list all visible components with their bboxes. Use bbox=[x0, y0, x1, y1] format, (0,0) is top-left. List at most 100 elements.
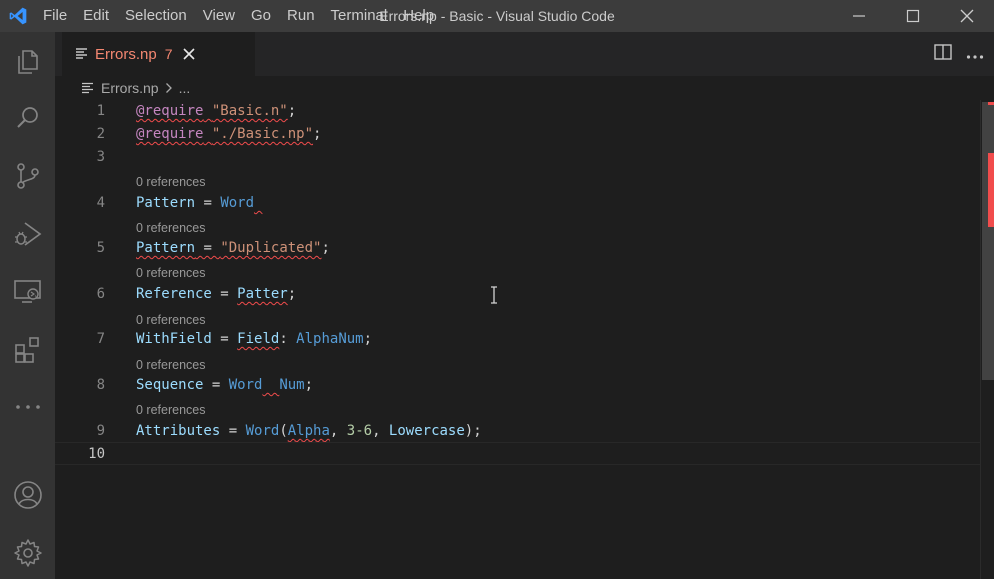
code-editor[interactable]: 1 @require "Basic.n"; 2 @require "./Basic.n… bbox=[55, 100, 994, 579]
code-lens-references[interactable]: 0 references bbox=[136, 174, 205, 190]
code-token: , bbox=[329, 423, 347, 439]
file-lines-icon bbox=[76, 48, 87, 59]
code-token: ; bbox=[363, 331, 373, 347]
code-lens-references[interactable]: 0 references bbox=[136, 312, 205, 328]
code-token: , bbox=[372, 423, 389, 439]
code-line[interactable]: 4 Pattern = Word bbox=[55, 192, 980, 215]
run-debug-icon bbox=[14, 222, 41, 246]
menu-go[interactable]: Go bbox=[243, 0, 279, 32]
activity-source-control[interactable] bbox=[0, 151, 55, 201]
code-token: Reference bbox=[136, 286, 212, 302]
code-text: @require "Basic.n"; bbox=[136, 100, 296, 123]
activity-accounts[interactable] bbox=[0, 470, 55, 520]
activity-explorer[interactable] bbox=[0, 37, 55, 87]
accounts-icon bbox=[13, 481, 42, 509]
title-bar: File Edit Selection View Go Run Terminal… bbox=[0, 0, 994, 32]
breadcrumb-file[interactable]: Errors.np bbox=[101, 80, 159, 96]
split-editor-button[interactable] bbox=[934, 44, 952, 64]
window-controls bbox=[832, 0, 994, 32]
code-token: Pattern bbox=[136, 240, 196, 256]
code-text: WithField = Field: AlphaNum; bbox=[136, 328, 372, 351]
code-token: = bbox=[211, 286, 238, 302]
tab-problem-count: 7 bbox=[164, 46, 173, 62]
activity-more[interactable] bbox=[0, 382, 55, 432]
code-token: Patter bbox=[237, 286, 288, 302]
code-token: Word bbox=[220, 195, 255, 211]
tab-close-button[interactable] bbox=[181, 46, 197, 62]
code-token: "./Basic.np" bbox=[211, 126, 314, 142]
code-line[interactable]: 2 @require "./Basic.np"; bbox=[55, 123, 980, 146]
line-number: 10 bbox=[88, 446, 105, 462]
code-lens-references[interactable]: 0 references bbox=[136, 402, 205, 418]
menu-view[interactable]: View bbox=[195, 0, 243, 32]
line-number: 8 bbox=[96, 377, 105, 393]
minimize-button[interactable] bbox=[832, 0, 886, 32]
tab-label: Errors.np bbox=[95, 45, 157, 63]
menu-selection[interactable]: Selection bbox=[117, 0, 195, 32]
code-token: ); bbox=[464, 423, 482, 439]
code-line[interactable]: 6 Reference = Patter; bbox=[55, 283, 980, 306]
activity-bar bbox=[0, 32, 55, 579]
overview-ruler-error-marker bbox=[988, 153, 994, 227]
menu-file[interactable]: File bbox=[35, 0, 75, 32]
line-number: 6 bbox=[96, 286, 105, 302]
line-number: 5 bbox=[96, 240, 105, 256]
menu-bar: File Edit Selection View Go Run Terminal… bbox=[35, 0, 442, 32]
menu-help[interactable]: Help bbox=[395, 0, 442, 32]
code-line[interactable]: 9 Attributes = Word(Alpha, 3-6, Lowercase… bbox=[55, 420, 980, 443]
activity-search[interactable] bbox=[0, 93, 55, 143]
activity-remote-explorer[interactable] bbox=[0, 267, 55, 317]
code-line[interactable]: 1 @require "Basic.n"; bbox=[55, 100, 980, 123]
code-line[interactable]: 3 bbox=[55, 146, 980, 169]
close-icon bbox=[183, 48, 196, 60]
activity-extensions[interactable] bbox=[0, 325, 55, 375]
maximize-button[interactable] bbox=[886, 0, 940, 32]
settings-gear-icon bbox=[13, 539, 42, 567]
code-token: Lowercase bbox=[388, 423, 465, 439]
explorer-icon bbox=[17, 50, 38, 74]
code-lens-references[interactable]: 0 references bbox=[136, 357, 205, 373]
vscode-logo-icon bbox=[0, 0, 35, 32]
code-text: Pattern = "Duplicated"; bbox=[136, 237, 330, 260]
breadcrumb-symbols[interactable]: ... bbox=[179, 80, 191, 96]
tab-errors-np[interactable]: Errors.np 7 bbox=[62, 32, 255, 76]
file-lines-icon bbox=[82, 82, 93, 94]
menu-edit[interactable]: Edit bbox=[75, 0, 117, 32]
menu-terminal[interactable]: Terminal bbox=[323, 0, 396, 32]
activity-run-debug[interactable] bbox=[0, 209, 55, 259]
code-line[interactable]: 8 Sequence = Word Num; bbox=[55, 374, 980, 397]
extensions-icon bbox=[14, 337, 39, 363]
code-token: = bbox=[211, 331, 238, 347]
close-window-button[interactable] bbox=[940, 0, 994, 32]
line-number: 7 bbox=[96, 331, 105, 347]
code-token: = bbox=[195, 195, 221, 211]
vertical-scrollbar[interactable] bbox=[980, 100, 994, 579]
code-lens-references[interactable]: 0 references bbox=[136, 220, 205, 236]
source-control-icon bbox=[16, 163, 39, 189]
activity-manage[interactable] bbox=[0, 528, 55, 578]
code-line[interactable]: 7 WithField = Field: AlphaNum; bbox=[55, 328, 980, 351]
code-text: Reference = Patter; bbox=[136, 283, 296, 306]
code-token: ; bbox=[321, 240, 330, 256]
code-lens-references[interactable]: 0 references bbox=[136, 265, 205, 281]
code-text: @require "./Basic.np"; bbox=[136, 123, 321, 146]
maximize-icon bbox=[906, 9, 920, 23]
overview-ruler-error-marker bbox=[988, 102, 994, 105]
code-token: ( bbox=[279, 423, 288, 439]
code-token: Pattern bbox=[136, 195, 196, 211]
code-token: Word bbox=[228, 377, 263, 393]
code-text: Attributes = Word(Alpha, 3-6, Lowercase)… bbox=[136, 420, 482, 443]
chevron-right-icon bbox=[165, 82, 173, 94]
code-line[interactable]: 10 bbox=[55, 442, 980, 465]
menu-run[interactable]: Run bbox=[279, 0, 323, 32]
remote-explorer-icon bbox=[13, 280, 41, 303]
scrollbar-thumb[interactable] bbox=[982, 102, 994, 380]
more-actions-button[interactable] bbox=[966, 45, 984, 64]
code-token: AlphaNum bbox=[296, 331, 364, 347]
code-token: Attributes bbox=[136, 423, 221, 439]
code-line[interactable]: 5 Pattern = "Duplicated"; bbox=[55, 237, 980, 260]
line-number: 9 bbox=[96, 423, 105, 439]
